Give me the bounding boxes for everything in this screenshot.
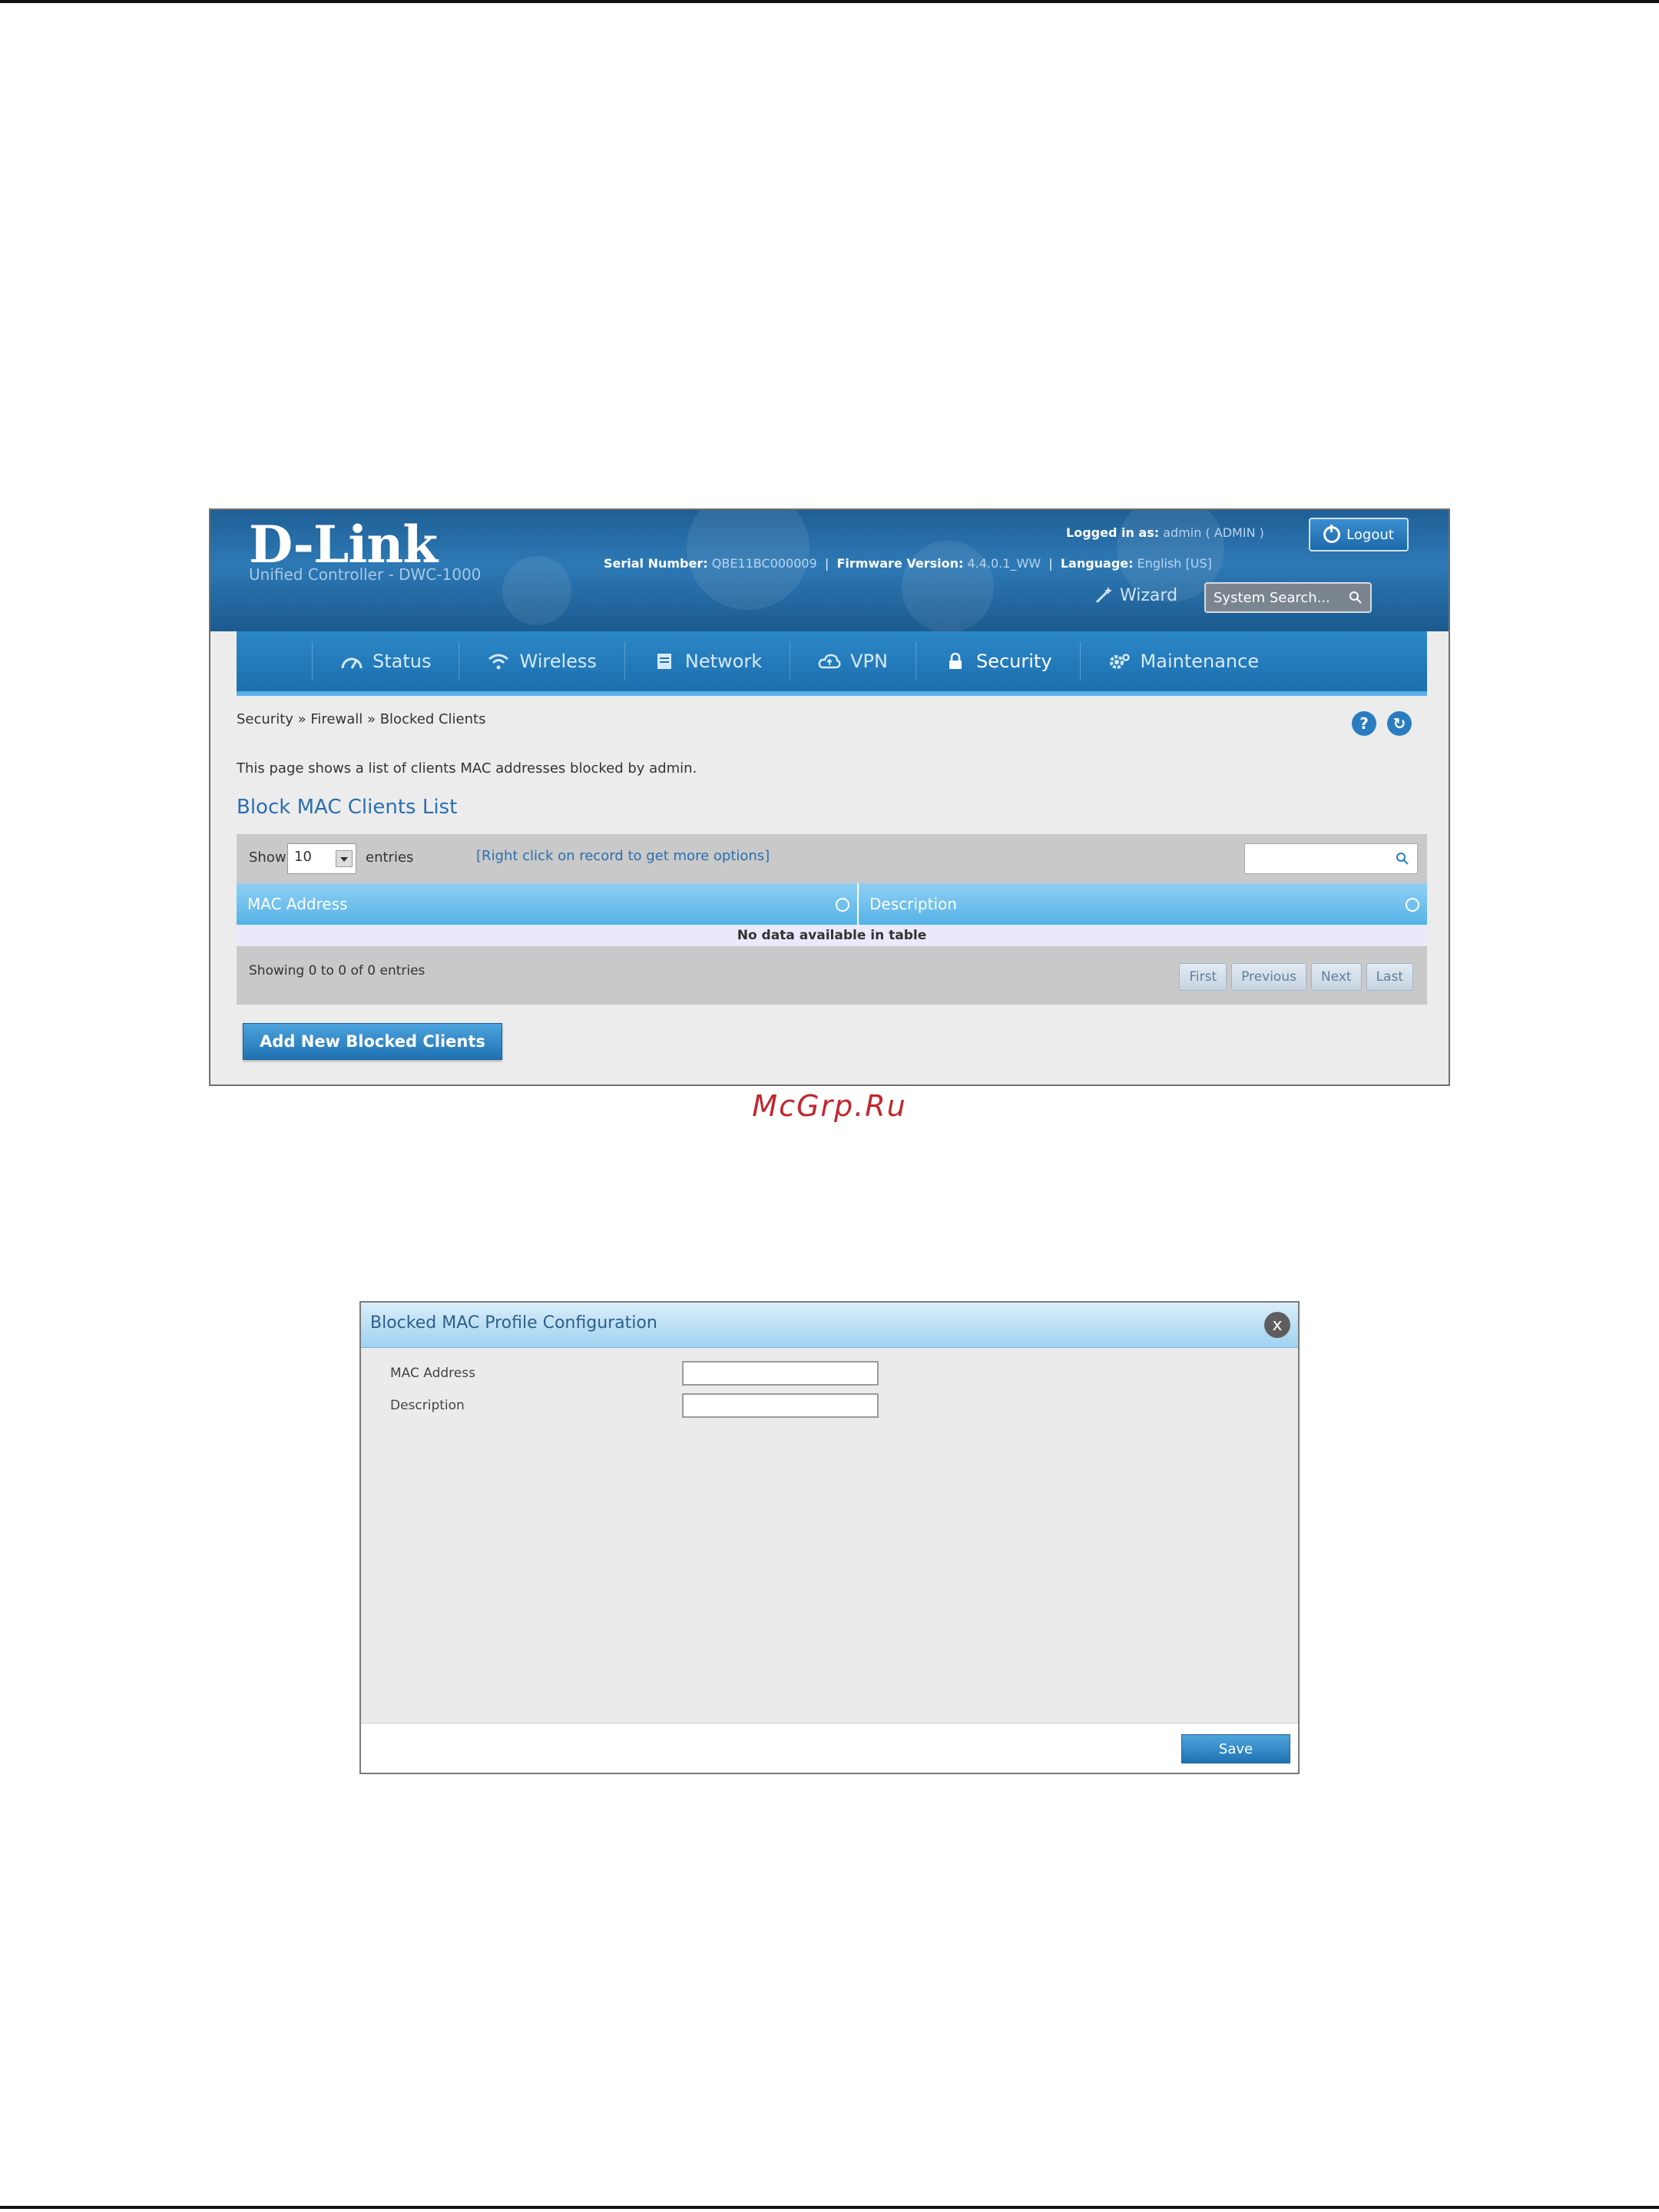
entries-count-text: Showing 0 to 0 of 0 entries [249,963,426,979]
pager-previous-button[interactable]: Previous [1231,963,1306,991]
table-toolbar: Show 10 entries [Right click on record t… [237,834,1427,883]
nav-item-wireless[interactable]: Wireless [459,642,624,680]
blocked-clients-screenshot: D-Link Unified Controller - DWC-1000 Log… [209,508,1450,1086]
nav-item-security[interactable]: Security [915,642,1080,680]
nav-label: Maintenance [1140,651,1260,672]
description-field[interactable] [682,1393,879,1418]
watermark-text: McGrp.Ru [752,1089,907,1123]
mac-address-field[interactable] [682,1361,879,1386]
column-label: Description [869,895,957,913]
dialog-header: Blocked MAC Profile Configuration x [361,1303,1298,1348]
nav-item-network[interactable]: Network [624,642,790,680]
network-icon [657,654,671,669]
pager-next-button[interactable]: Next [1310,963,1362,991]
table-footer: Showing 0 to 0 of 0 entries First Previo… [237,946,1427,1005]
column-header-mac-address[interactable]: MAC Address [237,883,859,925]
logged-in-user-link[interactable]: admin ( ADMIN ) [1163,525,1264,540]
nav-label: VPN [850,651,888,672]
help-icon[interactable]: ? [1352,711,1376,736]
cloud-icon [818,654,841,669]
system-search-input[interactable]: System Search... [1204,582,1372,613]
sort-icon [1406,898,1419,912]
entries-per-page-select[interactable]: 10 [287,843,356,874]
system-search-placeholder: System Search... [1214,589,1330,606]
logout-button[interactable]: Logout [1309,518,1409,551]
language-label: Language: [1060,556,1134,571]
gauge-icon [341,657,363,669]
search-icon [1396,853,1409,865]
refresh-icon[interactable]: ↻ [1387,711,1412,736]
power-icon [1323,525,1341,543]
breadcrumb: Security » Firewall » Blocked Clients [237,711,486,727]
section-title: Block MAC Clients List [237,796,458,819]
gear-icon [1109,654,1130,669]
wifi-icon [488,654,509,670]
pager-first-button[interactable]: First [1179,963,1227,991]
top-page-rule [0,0,1659,3]
description-label: Description [390,1398,465,1413]
column-label: MAC Address [247,895,348,913]
mac-address-label: MAC Address [390,1366,475,1381]
header-decoration [902,541,994,633]
product-subtitle: Unified Controller - DWC-1000 [249,565,482,584]
wizard-label: Wizard [1120,585,1178,605]
logged-in-info: Logged in as: admin ( ADMIN ) [1066,525,1264,540]
serial-info: Serial Number: QBE11BC000009 | Firmware … [604,556,1212,571]
entries-label: entries [366,849,414,866]
nav-label: Wireless [519,651,597,672]
nav-item-status[interactable]: Status [312,642,459,680]
nav-label: Status [373,651,432,672]
dialog-footer: Save [361,1723,1298,1773]
save-button[interactable]: Save [1181,1734,1290,1763]
lock-icon [949,653,962,669]
pagination: First Previous Next Last [1179,963,1413,991]
table-header: MAC Address Description [237,883,1427,925]
main-nav: Status Wireless Network VPN Security Mai… [237,631,1427,696]
show-label: Show [249,849,286,866]
entries-value: 10 [294,849,312,865]
search-icon [1349,591,1362,604]
serial-label: Serial Number: [604,556,708,571]
page-description: This page shows a list of clients MAC ad… [237,760,697,777]
nav-item-vpn[interactable]: VPN [790,642,916,680]
logged-in-label: Logged in as: [1066,525,1160,540]
nav-label: Security [975,651,1052,672]
wand-icon [1095,587,1112,604]
right-click-hint: [Right click on record to get more optio… [476,848,770,864]
chevron-down-icon [336,850,353,867]
wizard-link[interactable]: Wizard [1094,585,1177,605]
app-header: D-Link Unified Controller - DWC-1000 Log… [210,510,1449,633]
blocked-mac-profile-dialog: Blocked MAC Profile Configuration x MAC … [359,1301,1300,1774]
pager-last-button[interactable]: Last [1366,963,1413,991]
language-link[interactable]: English [US] [1137,556,1212,571]
page-action-icons: ? ↻ [1352,711,1412,736]
logout-label: Logout [1346,526,1394,543]
dialog-title: Blocked MAC Profile Configuration [370,1313,657,1333]
column-header-description[interactable]: Description [859,883,1427,925]
firmware-label: Firmware Version: [836,556,964,571]
header-decoration [502,556,571,625]
serial-value: QBE11BC000009 [711,556,817,571]
nav-item-maintenance[interactable]: Maintenance [1079,642,1287,680]
firmware-value: 4.4.0.1_WW [967,556,1041,571]
sort-icon [836,898,849,912]
nav-label: Network [684,651,763,672]
table-search-input[interactable] [1244,843,1418,874]
bottom-page-rule [0,2206,1659,2209]
add-blocked-client-button[interactable]: Add New Blocked Clients [243,1023,502,1060]
empty-table-message: No data available in table [237,925,1427,946]
close-icon[interactable]: x [1264,1312,1290,1338]
